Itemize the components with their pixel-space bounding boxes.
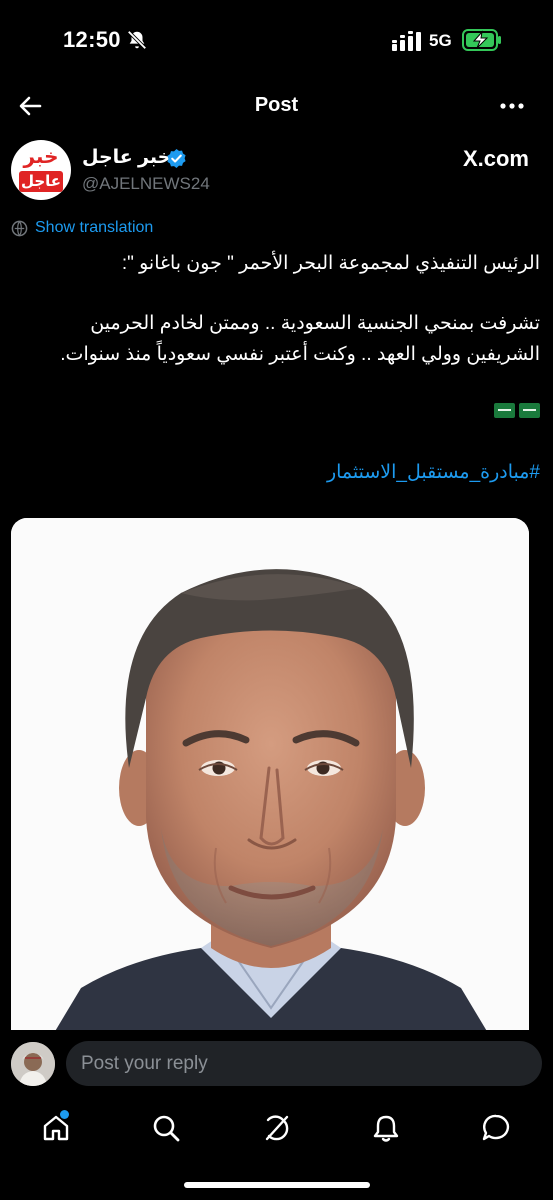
- tab-home[interactable]: [36, 1108, 76, 1148]
- home-indicator: [184, 1182, 370, 1188]
- tweet-text-line: الرئيس التنفيذي لمجموعة البحر الأحمر " ج…: [121, 253, 540, 274]
- post-header: Post: [0, 80, 553, 132]
- tab-grok[interactable]: [256, 1108, 296, 1148]
- verified-badge-icon: [167, 148, 186, 169]
- notification-dot: [60, 1110, 69, 1119]
- more-options-icon[interactable]: [498, 94, 526, 118]
- show-translation-label: Show translation: [35, 219, 154, 236]
- hashtag-link[interactable]: #مبادرة_مستقبل_الاستثمار: [12, 461, 540, 484]
- user-avatar-image: [11, 1042, 55, 1086]
- translate-icon: [11, 220, 28, 237]
- author-avatar[interactable]: خبر عاجل: [11, 140, 71, 200]
- tab-search[interactable]: [146, 1108, 186, 1148]
- reply-bar: [0, 1030, 553, 1096]
- tab-messages[interactable]: [476, 1108, 516, 1148]
- my-avatar[interactable]: [11, 1042, 55, 1086]
- tweet-photo[interactable]: [11, 518, 529, 1038]
- avatar-logo-line2: عاجل: [19, 171, 63, 192]
- chat-bubble-icon: [482, 1114, 510, 1141]
- search-icon: [153, 1115, 180, 1142]
- saudi-flag-icon: [519, 403, 540, 418]
- portrait-image: [11, 518, 529, 1038]
- tab-notifications[interactable]: [366, 1108, 406, 1148]
- source-logo: X.com: [462, 146, 529, 171]
- saudi-flag-icon: [494, 403, 515, 418]
- bell-icon: [373, 1115, 399, 1142]
- battery-charging-icon: [462, 29, 501, 51]
- network-type: 5G: [429, 31, 452, 50]
- signal-icon: [392, 31, 421, 51]
- status-bar: 12:50 5G: [0, 0, 553, 80]
- saudi-flag-emojis: [494, 403, 540, 419]
- status-time: 12:50: [63, 27, 121, 52]
- reply-input[interactable]: [66, 1041, 542, 1086]
- grok-icon: [265, 1115, 289, 1141]
- bottom-tab-bar: [0, 1096, 553, 1200]
- author-name[interactable]: خبر عاجل: [82, 146, 171, 169]
- page-title: Post: [254, 94, 299, 116]
- bell-slash-icon: [127, 30, 147, 50]
- author-handle[interactable]: @AJELNEWS24: [82, 174, 210, 194]
- tweet-text-line: تشرفت بمنحي الجنسية السعودية .. وممتن لخ…: [90, 313, 540, 334]
- tweet-text-line: الشريفين وولي العهد .. وكنت أعتبر نفسي س…: [60, 344, 540, 365]
- avatar-logo-line1: خبر: [23, 146, 59, 168]
